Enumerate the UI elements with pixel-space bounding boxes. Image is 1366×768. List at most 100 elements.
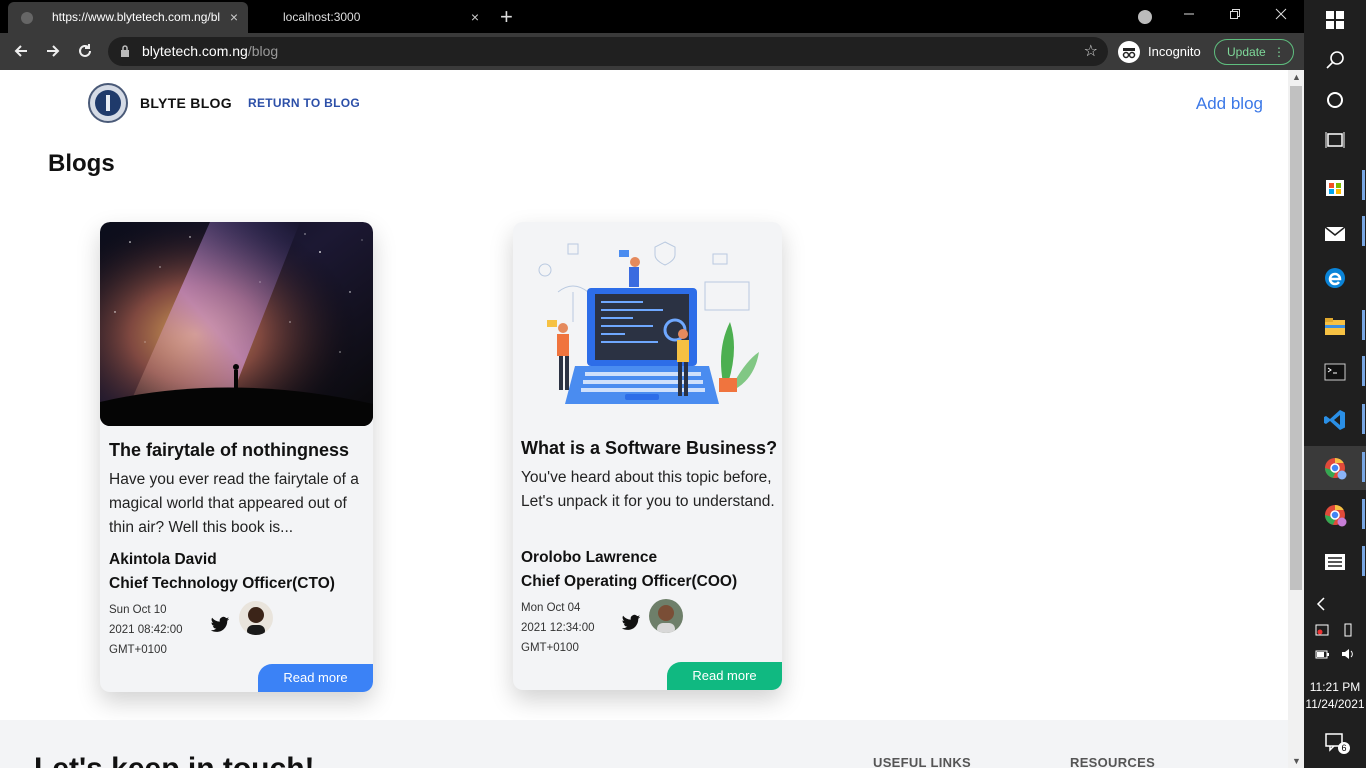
galaxy-night-sky-image — [100, 222, 373, 426]
tab-blytetech[interactable]: https://www.blytetech.com.ng/bl × — [8, 2, 248, 33]
twitter-icon[interactable] — [210, 616, 230, 634]
vscode-icon[interactable] — [1323, 408, 1347, 432]
tab-close-icon[interactable]: × — [230, 2, 238, 33]
taskbar-running-indicator — [1362, 216, 1365, 246]
footer-useful-links-heading: USEFUL LINKS — [873, 755, 971, 768]
lock-icon — [121, 45, 129, 57]
post-author: Akintola David — [109, 551, 217, 568]
tab-favicon-icon — [21, 12, 33, 24]
page-title: Blogs — [48, 150, 115, 177]
minimize-button[interactable] — [1166, 0, 1212, 33]
site-brand[interactable]: BLYTE BLOG — [140, 95, 232, 111]
screen: https://www.blytetech.com.ng/bl × localh… — [0, 0, 1366, 768]
page-scrollbar[interactable]: ▲ ▼ — [1288, 70, 1304, 768]
file-explorer-icon[interactable] — [1323, 314, 1347, 338]
taskbar-running-indicator — [1362, 404, 1365, 434]
reload-icon — [79, 44, 91, 57]
add-blog-link[interactable]: Add blog — [1196, 94, 1263, 114]
arrow-right-icon — [47, 45, 60, 57]
search-icon[interactable] — [1323, 48, 1347, 72]
url-path: /blog — [247, 43, 279, 59]
taskbar-running-indicator — [1362, 546, 1365, 576]
taskbar-running-indicator — [1362, 452, 1365, 482]
read-more-button[interactable]: Read more — [258, 664, 373, 692]
post-date-line: Sun Oct 10 — [109, 604, 167, 616]
post-excerpt: You've heard about this topic before, Le… — [521, 469, 775, 510]
blog-card[interactable]: What is a Software Business? You've hear… — [513, 222, 782, 690]
store-icon[interactable] — [1323, 174, 1347, 198]
chrome-profile-a-icon[interactable] — [1323, 456, 1347, 480]
laptop-team-illustration — [513, 222, 782, 426]
battery-icon[interactable] — [1314, 646, 1330, 662]
taskbar-running-indicator — [1362, 310, 1365, 340]
terminal-icon[interactable] — [1323, 360, 1347, 384]
post-excerpt: Have you ever read the fairytale of a ma… — [109, 471, 359, 536]
taskbar-time[interactable]: 11:21 PM — [1304, 680, 1366, 694]
update-button[interactable]: Update ⋮ — [1214, 39, 1294, 65]
page-viewport: BLYTE BLOG RETURN TO BLOG Add blog Blogs — [0, 70, 1288, 768]
incognito-label: Incognito — [1148, 44, 1201, 59]
network-icon[interactable] — [1314, 622, 1330, 638]
post-date-line: GMT+0100 — [521, 642, 579, 654]
post-date: Sun Oct 10 2021 08:42:00 GMT+0100 — [109, 600, 199, 660]
post-date-line: GMT+0100 — [109, 644, 167, 656]
post-date: Mon Oct 04 2021 12:34:00 GMT+0100 — [521, 598, 611, 658]
mail-icon[interactable] — [1323, 220, 1347, 244]
site-footer: Let's keep in touch! USEFUL LINKS RESOUR… — [0, 720, 1288, 768]
update-label: Update — [1227, 45, 1266, 59]
arrow-left-icon — [14, 45, 27, 57]
scroll-up-icon[interactable]: ▲ — [1292, 72, 1301, 82]
post-title[interactable]: The fairytale of nothingness — [109, 440, 349, 461]
taskbar-running-indicator — [1362, 170, 1365, 200]
url-text: blytetech.com.ng/blog — [142, 37, 278, 66]
minimize-icon — [1184, 13, 1194, 15]
tab-search-icon[interactable] — [1138, 10, 1152, 24]
cortana-icon[interactable] — [1323, 88, 1347, 112]
news-icon[interactable] — [1323, 550, 1347, 574]
new-tab-button[interactable]: + — [500, 4, 513, 30]
site-logo[interactable] — [88, 83, 128, 123]
windows-start-icon[interactable] — [1323, 8, 1347, 32]
notification-count-badge: 6 — [1338, 742, 1350, 754]
close-window-button[interactable] — [1258, 0, 1304, 33]
taskbar-date[interactable]: 11/24/2021 — [1304, 697, 1366, 711]
author-avatar — [649, 599, 683, 633]
tab-localhost[interactable]: localhost:3000 × — [253, 2, 489, 33]
bookmark-star-icon[interactable]: ☆ — [1084, 37, 1098, 66]
url-host: blytetech.com.ng — [142, 43, 248, 59]
post-author-role: Chief Operating Officer(COO) — [521, 573, 738, 590]
author-avatar — [239, 601, 273, 635]
task-view-icon[interactable] — [1323, 128, 1347, 152]
incognito-icon[interactable] — [1118, 41, 1140, 63]
post-date-line: 2021 12:34:00 — [521, 622, 595, 634]
usb-icon[interactable] — [1340, 622, 1356, 638]
browser-toolbar: blytetech.com.ng/blog ☆ Incognito Update… — [0, 33, 1304, 70]
read-more-button[interactable]: Read more — [667, 662, 782, 690]
address-bar[interactable]: blytetech.com.ng/blog ☆ — [108, 37, 1108, 66]
menu-dots-icon: ⋮ — [1273, 45, 1285, 59]
scroll-down-icon[interactable]: ▼ — [1292, 756, 1301, 766]
return-to-blog-link[interactable]: RETURN TO BLOG — [248, 96, 360, 110]
tab-title: localhost:3000 — [283, 10, 361, 24]
forward-button[interactable] — [38, 33, 68, 70]
reload-button[interactable] — [70, 33, 100, 70]
twitter-icon[interactable] — [621, 614, 641, 632]
edge-icon[interactable] — [1323, 266, 1347, 290]
tab-close-icon[interactable]: × — [471, 2, 479, 33]
volume-icon[interactable] — [1340, 646, 1356, 662]
footer-headline: Let's keep in touch! — [34, 752, 315, 768]
close-icon — [1275, 8, 1287, 20]
chrome-profile-b-icon[interactable] — [1323, 503, 1347, 527]
post-date-line: Mon Oct 04 — [521, 602, 581, 614]
post-title[interactable]: What is a Software Business? — [521, 438, 777, 459]
restore-button[interactable] — [1212, 0, 1258, 33]
scroll-thumb[interactable] — [1290, 86, 1302, 590]
chevron-left-icon[interactable] — [1314, 596, 1328, 612]
back-button[interactable] — [6, 33, 36, 70]
post-date-line: 2021 08:42:00 — [109, 624, 183, 636]
taskbar-running-indicator — [1362, 356, 1365, 386]
footer-resources-heading: RESOURCES — [1070, 755, 1156, 768]
taskbar-running-indicator — [1362, 499, 1365, 529]
blog-card[interactable]: The fairytale of nothingness Have you ev… — [100, 222, 373, 692]
restore-icon — [1230, 9, 1240, 19]
